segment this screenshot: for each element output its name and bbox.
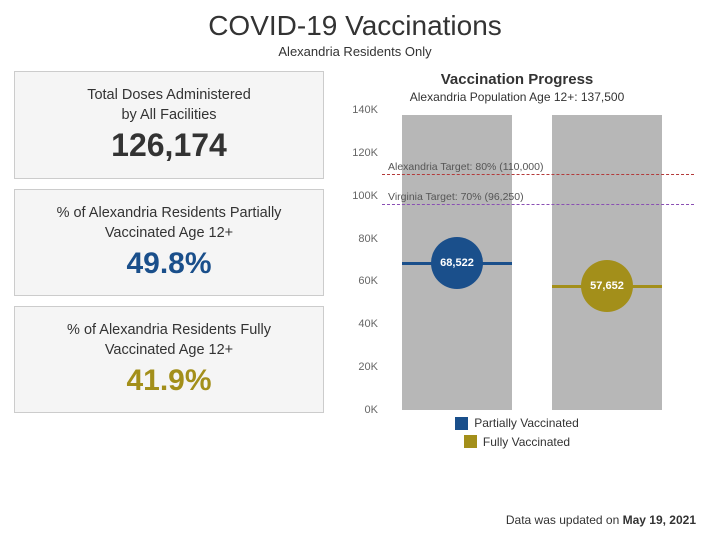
card-total-doses: Total Doses Administered by All Faciliti… [14,71,324,179]
page-subtitle: Alexandria Residents Only [0,44,710,59]
y-tick-label: 60K [338,275,378,287]
card-value: 41.9% [23,364,315,398]
target-line [382,174,694,175]
card-label: % of Alexandria Residents Fully [23,321,315,341]
y-tick-label: 80K [338,233,378,245]
legend-item-full: Fully Vaccinated [464,435,570,449]
target-line [382,204,694,205]
card-label: Vaccinated Age 12+ [23,341,315,361]
data-bubble: 57,652 [581,260,633,312]
card-value: 49.8% [23,247,315,281]
card-partial-pct: % of Alexandria Residents Partially Vacc… [14,189,324,296]
target-label: Virginia Target: 70% (96,250) [388,191,524,203]
card-label: Total Doses Administered [23,86,315,106]
card-value: 126,174 [23,127,315,164]
chart-plot-area: 0K20K40K60K80K100K120K140K68,52257,652Al… [382,110,688,410]
y-tick-label: 120K [338,147,378,159]
card-label: by All Facilities [23,106,315,126]
y-tick-label: 140K [338,104,378,116]
legend-swatch-icon [455,417,468,430]
legend-swatch-icon [464,435,477,448]
target-label: Alexandria Target: 80% (110,000) [388,161,543,173]
y-tick-label: 20K [338,361,378,373]
footer-date: May 19, 2021 [623,513,696,527]
y-tick-label: 0K [338,404,378,416]
chart-title: Vaccination Progress [338,71,696,88]
y-tick-label: 40K [338,318,378,330]
legend-label: Fully Vaccinated [483,435,570,449]
y-tick-label: 100K [338,190,378,202]
chart-legend: Partially Vaccinated Fully Vaccinated [338,416,696,453]
chart-subtitle: Alexandria Population Age 12+: 137,500 [338,90,696,104]
legend-label: Partially Vaccinated [474,416,579,430]
update-footer: Data was updated on May 19, 2021 [506,513,696,527]
card-label: Vaccinated Age 12+ [23,224,315,244]
legend-item-partial: Partially Vaccinated [455,416,579,430]
footer-prefix: Data was updated on [506,513,623,527]
data-bubble: 68,522 [431,237,483,289]
page-title: COVID-19 Vaccinations [0,10,710,42]
chart-panel: Vaccination Progress Alexandria Populati… [338,71,696,453]
card-label: % of Alexandria Residents Partially [23,204,315,224]
kpi-panel: Total Doses Administered by All Faciliti… [14,71,324,453]
card-full-pct: % of Alexandria Residents Fully Vaccinat… [14,306,324,413]
